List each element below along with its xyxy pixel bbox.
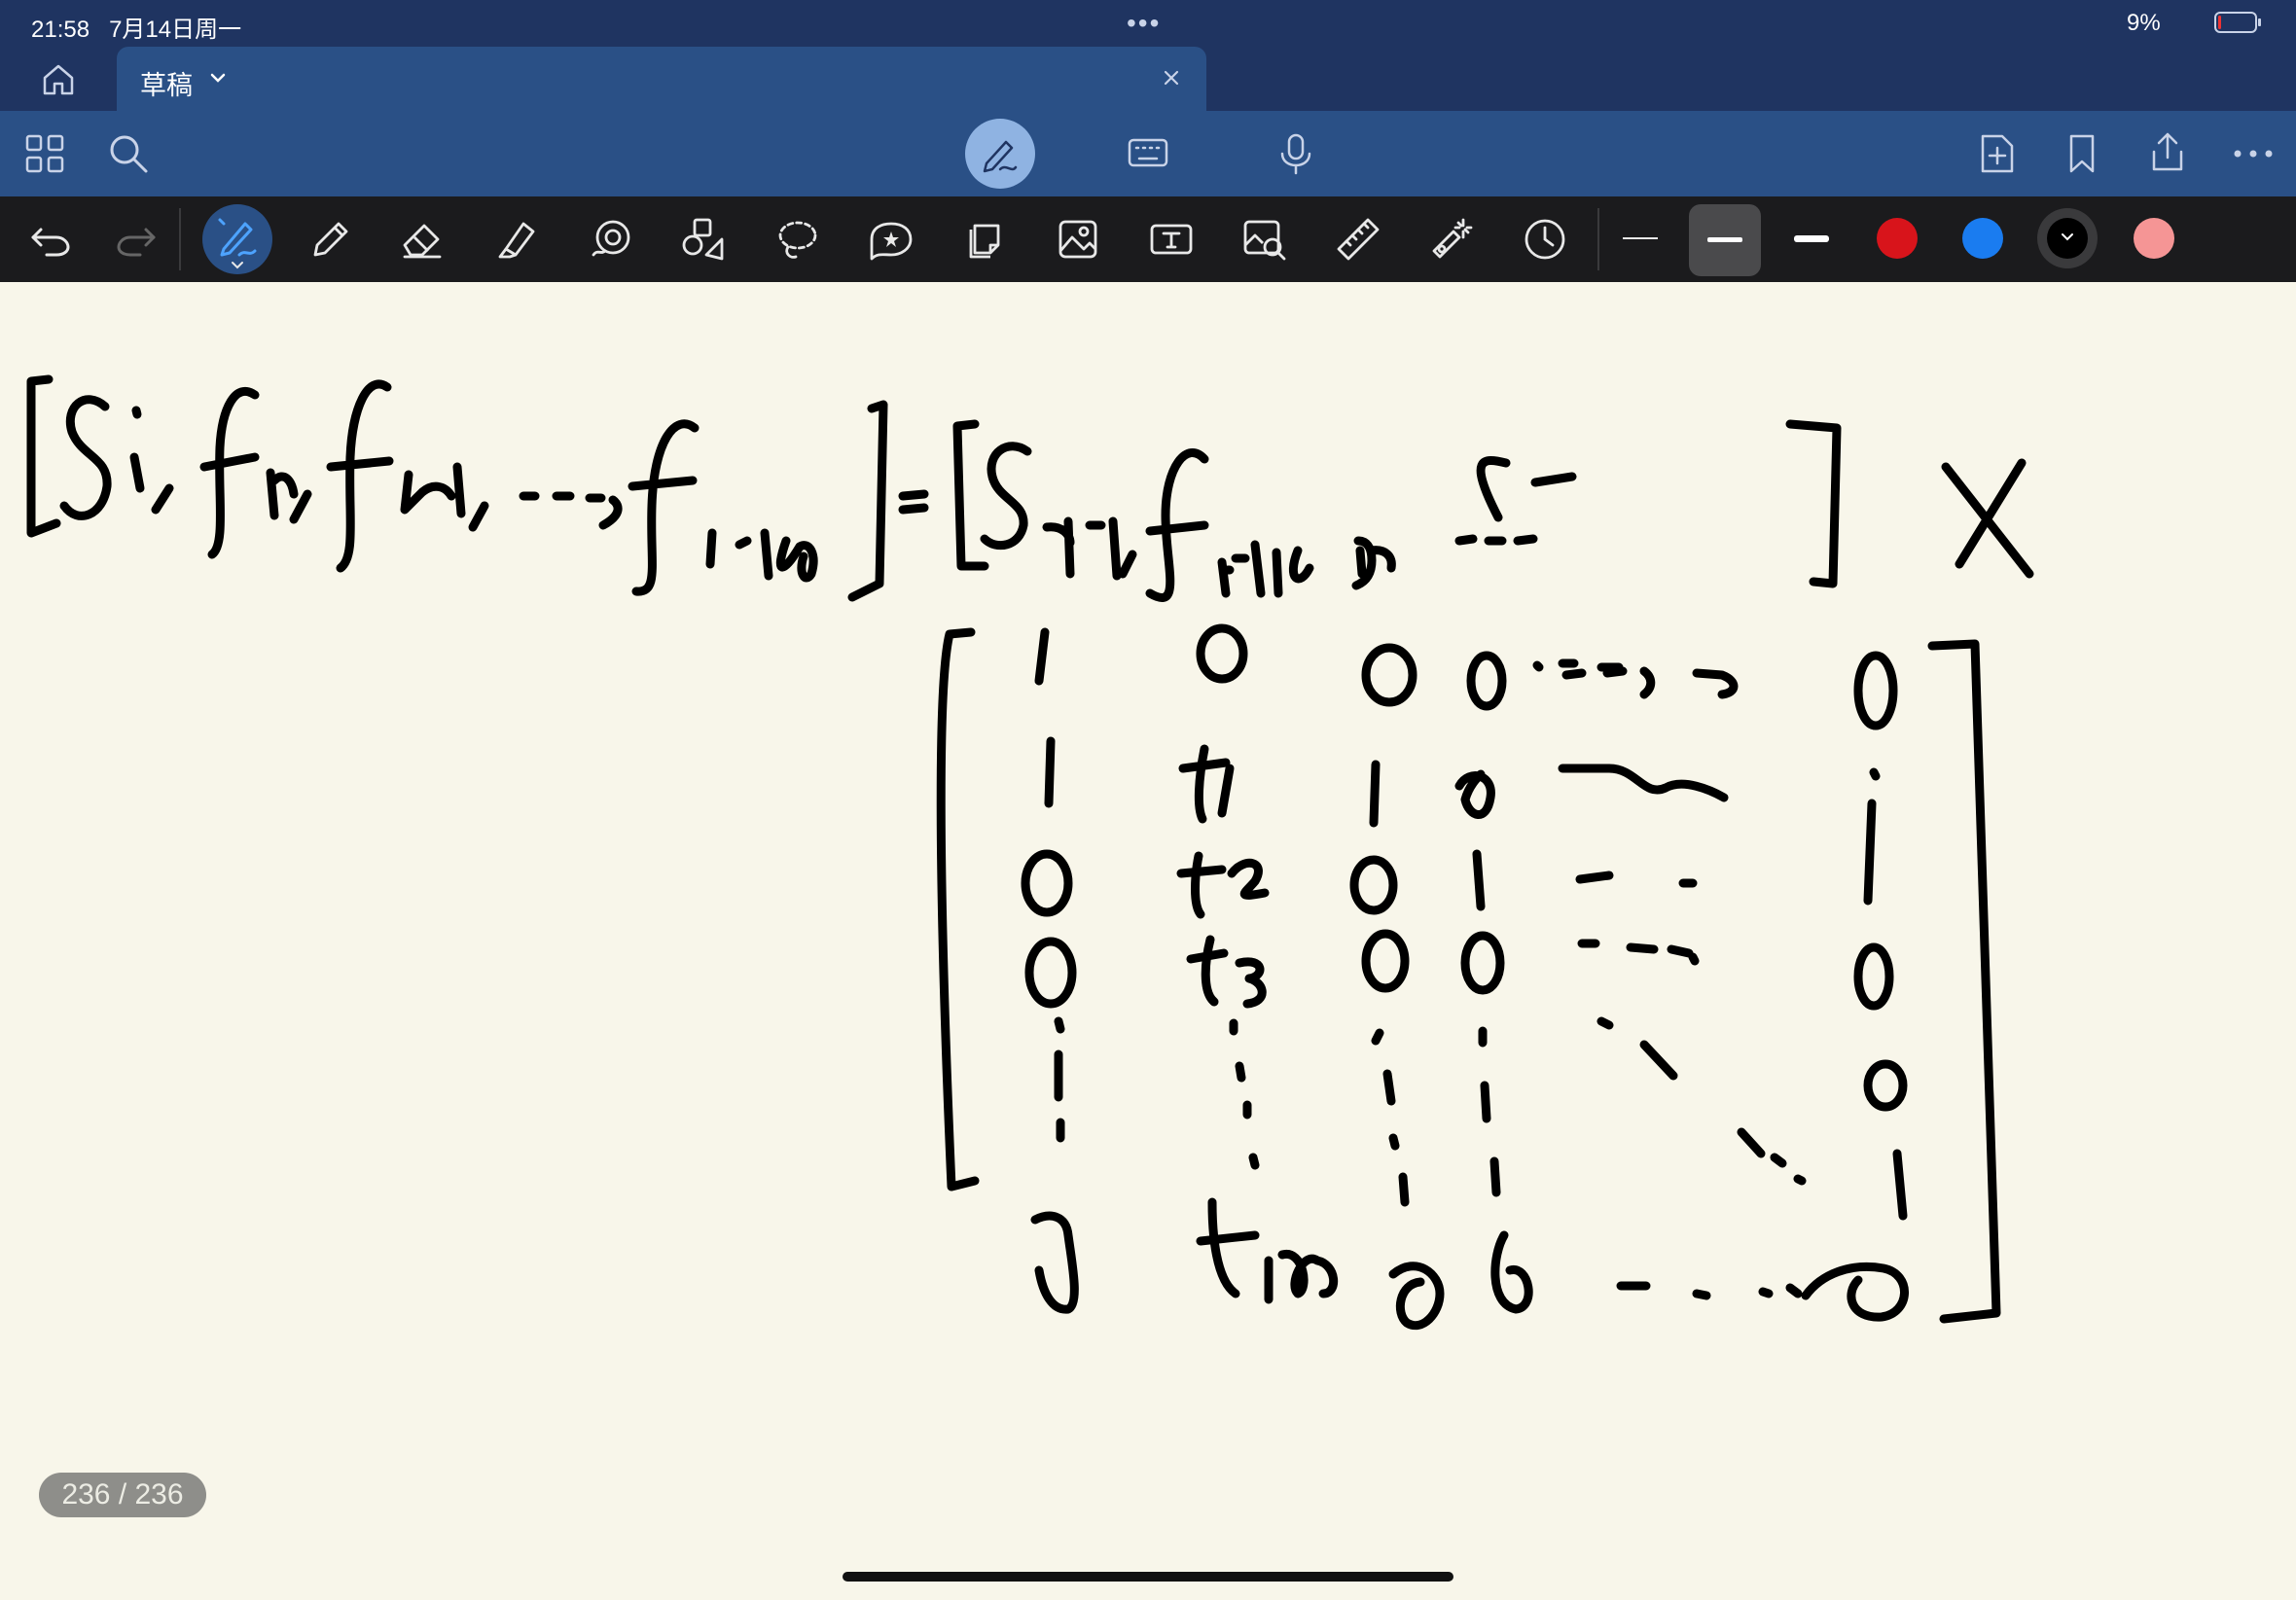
chevron-down-icon[interactable]: [206, 66, 230, 89]
color-swatch-pink[interactable]: [2134, 218, 2174, 259]
thickness-thick[interactable]: [1794, 235, 1829, 242]
status-date: 7月14日周一: [109, 17, 242, 43]
home-icon[interactable]: [39, 60, 78, 99]
image-icon[interactable]: [1055, 216, 1101, 263]
thickness-medium[interactable]: [1689, 204, 1761, 276]
ruler-icon[interactable]: [1335, 216, 1381, 263]
shapes-icon[interactable]: [681, 216, 728, 263]
pen-mode-button[interactable]: [965, 119, 1035, 189]
eraser-icon[interactable]: [399, 216, 446, 263]
undo-icon[interactable]: [27, 216, 74, 263]
color-swatch-black[interactable]: [2037, 208, 2098, 268]
shape-recognition-icon[interactable]: [588, 216, 634, 263]
handwritten-ink: [26, 374, 2034, 1331]
history-icon[interactable]: [1522, 216, 1568, 263]
thickness-thin[interactable]: [1623, 237, 1658, 239]
page-counter[interactable]: 236 / 236: [39, 1473, 206, 1517]
status-bar: 21:58 7月14日周一 ••• 9%: [0, 0, 2296, 47]
microphone-icon[interactable]: [1274, 132, 1317, 175]
main-toolbar: [0, 111, 2296, 196]
text-icon[interactable]: [1148, 216, 1195, 263]
redo-icon[interactable]: [113, 216, 160, 263]
battery-level: [2218, 16, 2221, 29]
screenshot-icon[interactable]: [1241, 216, 1288, 263]
status-time: 21:58 7月14日周一: [31, 17, 242, 43]
battery-percent: 9%: [2127, 10, 2161, 36]
pen-tool-button[interactable]: [202, 204, 272, 274]
pencil-icon[interactable]: [307, 216, 354, 263]
add-page-icon[interactable]: [1975, 132, 2018, 175]
grid-icon[interactable]: [23, 132, 66, 175]
chevron-down-icon: [2062, 233, 2073, 241]
chevron-down-icon: [232, 262, 243, 269]
tab-bar: 草稿: [0, 47, 2296, 111]
tab-title: 草稿: [140, 71, 193, 100]
color-swatch-blue[interactable]: [1962, 218, 2003, 259]
pen-tool-icon: [218, 218, 257, 257]
search-icon[interactable]: [107, 132, 150, 175]
keyboard-icon[interactable]: [1127, 132, 1169, 175]
sticker-icon[interactable]: [868, 216, 915, 263]
color-swatch-red[interactable]: [1877, 218, 1918, 259]
pen-mode-icon: [983, 140, 1018, 173]
multitask-dots[interactable]: •••: [1127, 8, 1161, 39]
battery-icon: [2214, 12, 2261, 33]
bookmark-icon[interactable]: [2061, 132, 2103, 175]
sticky-note-icon[interactable]: [961, 216, 1008, 263]
highlighter-icon[interactable]: [494, 216, 541, 263]
more-icon[interactable]: [2232, 132, 2275, 175]
document-tab[interactable]: 草稿: [117, 47, 1206, 111]
tool-toolbar: [0, 196, 2296, 282]
lasso-icon[interactable]: [774, 216, 821, 263]
note-canvas[interactable]: [0, 282, 2296, 1595]
share-icon[interactable]: [2146, 130, 2189, 173]
home-indicator[interactable]: [843, 1572, 1453, 1582]
close-icon[interactable]: [1158, 64, 1185, 91]
laser-pointer-icon[interactable]: [1428, 216, 1475, 263]
